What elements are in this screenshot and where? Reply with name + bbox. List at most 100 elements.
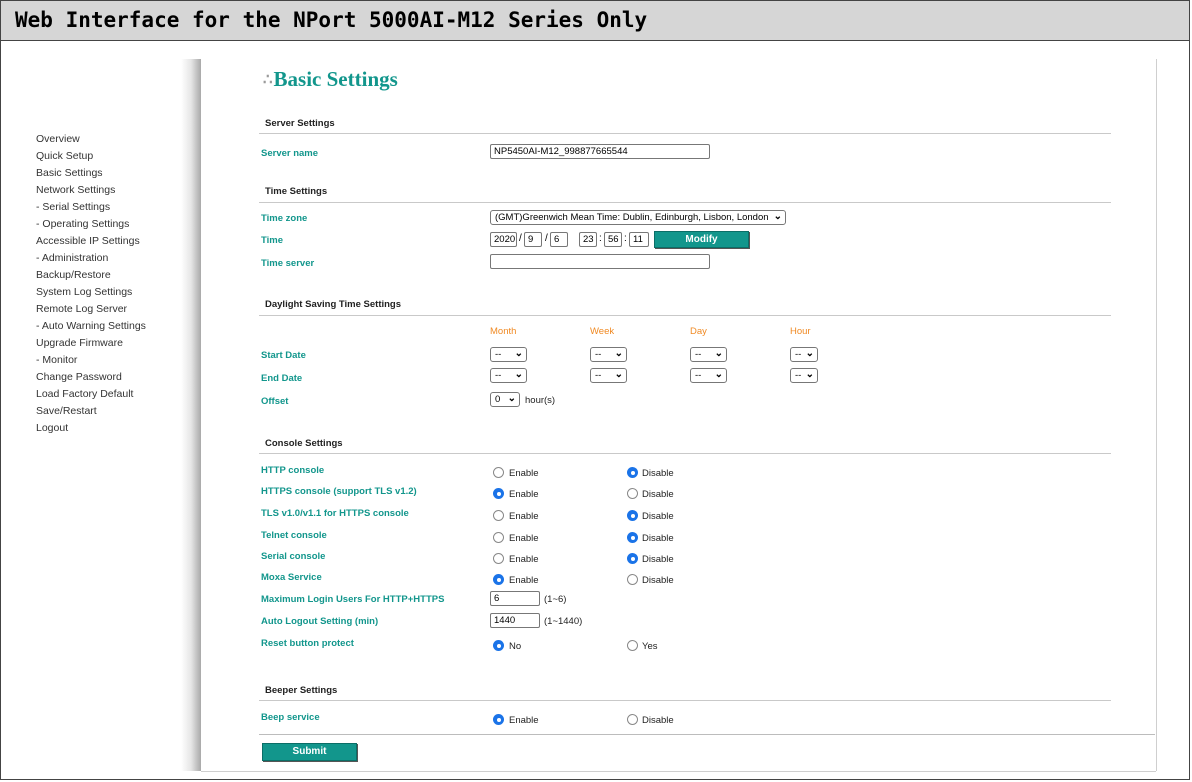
offset-value: 0 (495, 394, 501, 405)
content-border-right (1156, 59, 1157, 771)
time-hour-input[interactable]: 23 (579, 232, 597, 247)
serial-console-enable-radio[interactable] (493, 553, 504, 564)
tls-console-enable-label: Enable (509, 511, 539, 522)
submit-button[interactable]: Submit (262, 743, 357, 761)
sidebar-item-operating-settings[interactable]: - Operating Settings (36, 218, 129, 230)
end-hour-value: -- (795, 370, 802, 381)
time-month-input[interactable]: 9 (524, 232, 542, 247)
sidebar-item-save-restart[interactable]: Save/Restart (36, 405, 97, 417)
time-zone-value: (GMT)Greenwich Mean Time: Dublin, Edinbu… (495, 212, 769, 223)
sidebar-item-monitor[interactable]: - Monitor (36, 354, 77, 366)
time-separator: : (599, 233, 602, 244)
telnet-console-disable-radio[interactable] (627, 532, 638, 543)
serial-console-disable-radio[interactable] (627, 553, 638, 564)
end-day-select[interactable]: -- ⌄ (690, 368, 727, 383)
http-console-enable-radio[interactable] (493, 467, 504, 478)
sidebar-item-serial-settings[interactable]: - Serial Settings (36, 201, 110, 213)
auto-logout-label: Auto Logout Setting (min) (261, 616, 379, 627)
moxa-service-enable-radio[interactable] (493, 574, 504, 585)
moxa-service-label: Moxa Service (261, 572, 322, 583)
moxa-service-disable-radio[interactable] (627, 574, 638, 585)
reset-button-protect-label: Reset button protect (261, 638, 354, 649)
sidebar-item-backup-restore[interactable]: Backup/Restore (36, 269, 111, 281)
sidebar-item-administration[interactable]: - Administration (36, 252, 108, 264)
telnet-console-enable-radio[interactable] (493, 532, 504, 543)
modify-button[interactable]: Modify (654, 231, 749, 248)
time-label: Time (261, 235, 284, 246)
https-console-disable-radio[interactable] (627, 488, 638, 499)
section-divider (259, 453, 1111, 454)
chevron-down-icon: ⌄ (507, 393, 516, 404)
chevron-down-icon: ⌄ (714, 348, 723, 359)
time-zone-select[interactable]: (GMT)Greenwich Mean Time: Dublin, Edinbu… (490, 210, 786, 225)
max-login-users-label: Maximum Login Users For HTTP+HTTPS (261, 594, 445, 605)
sidebar-item-accessible-ip-settings[interactable]: Accessible IP Settings (36, 235, 140, 247)
tls-console-disable-radio[interactable] (627, 510, 638, 521)
sidebar-item-basic-settings[interactable]: Basic Settings (36, 167, 103, 179)
moxa-service-disable-label: Disable (642, 575, 674, 586)
max-login-users-input[interactable]: 6 (490, 591, 540, 606)
section-console-settings: Console Settings (265, 438, 343, 449)
sidebar-item-logout[interactable]: Logout (36, 422, 68, 434)
https-console-enable-radio[interactable] (493, 488, 504, 499)
time-year-input[interactable]: 2020 (490, 232, 517, 247)
sidebar-item-load-factory-default[interactable]: Load Factory Default (36, 388, 133, 400)
sidebar-item-auto-warning-settings[interactable]: - Auto Warning Settings (36, 320, 146, 332)
chevron-down-icon: ⌄ (514, 369, 523, 380)
dots-icon: ∴ (263, 72, 273, 88)
telnet-console-disable-label: Disable (642, 533, 674, 544)
date-separator: / (519, 233, 522, 244)
end-month-select[interactable]: -- ⌄ (490, 368, 527, 383)
sidebar: Overview Quick Setup Basic Settings Netw… (1, 41, 181, 781)
page-title: ∴Basic Settings (263, 67, 398, 92)
section-dst-settings: Daylight Saving Time Settings (265, 299, 402, 310)
beep-service-label: Beep service (261, 712, 320, 723)
start-month-select[interactable]: -- ⌄ (490, 347, 527, 362)
max-login-users-range: (1~6) (544, 594, 567, 605)
end-hour-select[interactable]: -- ⌄ (790, 368, 818, 383)
beep-service-enable-label: Enable (509, 715, 539, 726)
http-console-disable-radio[interactable] (627, 467, 638, 478)
offset-unit: hour(s) (525, 395, 556, 406)
server-name-input[interactable]: NP5450AI-M12_998877665544 (490, 144, 710, 159)
offset-select[interactable]: 0 ⌄ (490, 392, 520, 407)
tls-console-label: TLS v1.0/v1.1 for HTTPS console (261, 508, 409, 519)
end-date-label: End Date (261, 373, 303, 384)
sidebar-item-upgrade-firmware[interactable]: Upgrade Firmware (36, 337, 123, 349)
start-hour-value: -- (795, 349, 802, 360)
chevron-down-icon: ⌄ (514, 348, 523, 359)
beep-service-disable-radio[interactable] (627, 714, 638, 725)
sidebar-item-network-settings[interactable]: Network Settings (36, 184, 115, 196)
beep-service-enable-radio[interactable] (493, 714, 504, 725)
sidebar-item-overview[interactable]: Overview (36, 133, 80, 145)
time-day-input[interactable]: 6 (550, 232, 568, 247)
beep-service-disable-label: Disable (642, 715, 674, 726)
serial-console-label: Serial console (261, 551, 326, 562)
time-server-input[interactable] (490, 254, 710, 269)
start-hour-select[interactable]: -- ⌄ (790, 347, 818, 362)
telnet-console-enable-label: Enable (509, 533, 539, 544)
time-minute-input[interactable]: 56 (604, 232, 622, 247)
time-second-input[interactable]: 11 (629, 232, 649, 247)
banner: Web Interface for the NPort 5000AI-M12 S… (1, 1, 1189, 41)
reset-protect-yes-radio[interactable] (627, 640, 638, 651)
sidebar-item-quick-setup[interactable]: Quick Setup (36, 150, 93, 162)
start-month-value: -- (495, 349, 502, 360)
server-name-label: Server name (261, 148, 319, 159)
chevron-down-icon: ⌄ (614, 348, 623, 359)
section-divider (259, 315, 1111, 316)
end-day-value: -- (695, 370, 702, 381)
reset-protect-no-radio[interactable] (493, 640, 504, 651)
auto-logout-input[interactable]: 1440 (490, 613, 540, 628)
http-console-label: HTTP console (261, 465, 325, 476)
time-separator: : (624, 233, 627, 244)
start-week-select[interactable]: -- ⌄ (590, 347, 627, 362)
sidebar-item-remote-log-server[interactable]: Remote Log Server (36, 303, 127, 315)
tls-console-enable-radio[interactable] (493, 510, 504, 521)
section-beeper-settings: Beeper Settings (265, 685, 338, 696)
end-month-value: -- (495, 370, 502, 381)
sidebar-item-change-password[interactable]: Change Password (36, 371, 122, 383)
end-week-select[interactable]: -- ⌄ (590, 368, 627, 383)
sidebar-item-system-log-settings[interactable]: System Log Settings (36, 286, 132, 298)
start-day-select[interactable]: -- ⌄ (690, 347, 727, 362)
